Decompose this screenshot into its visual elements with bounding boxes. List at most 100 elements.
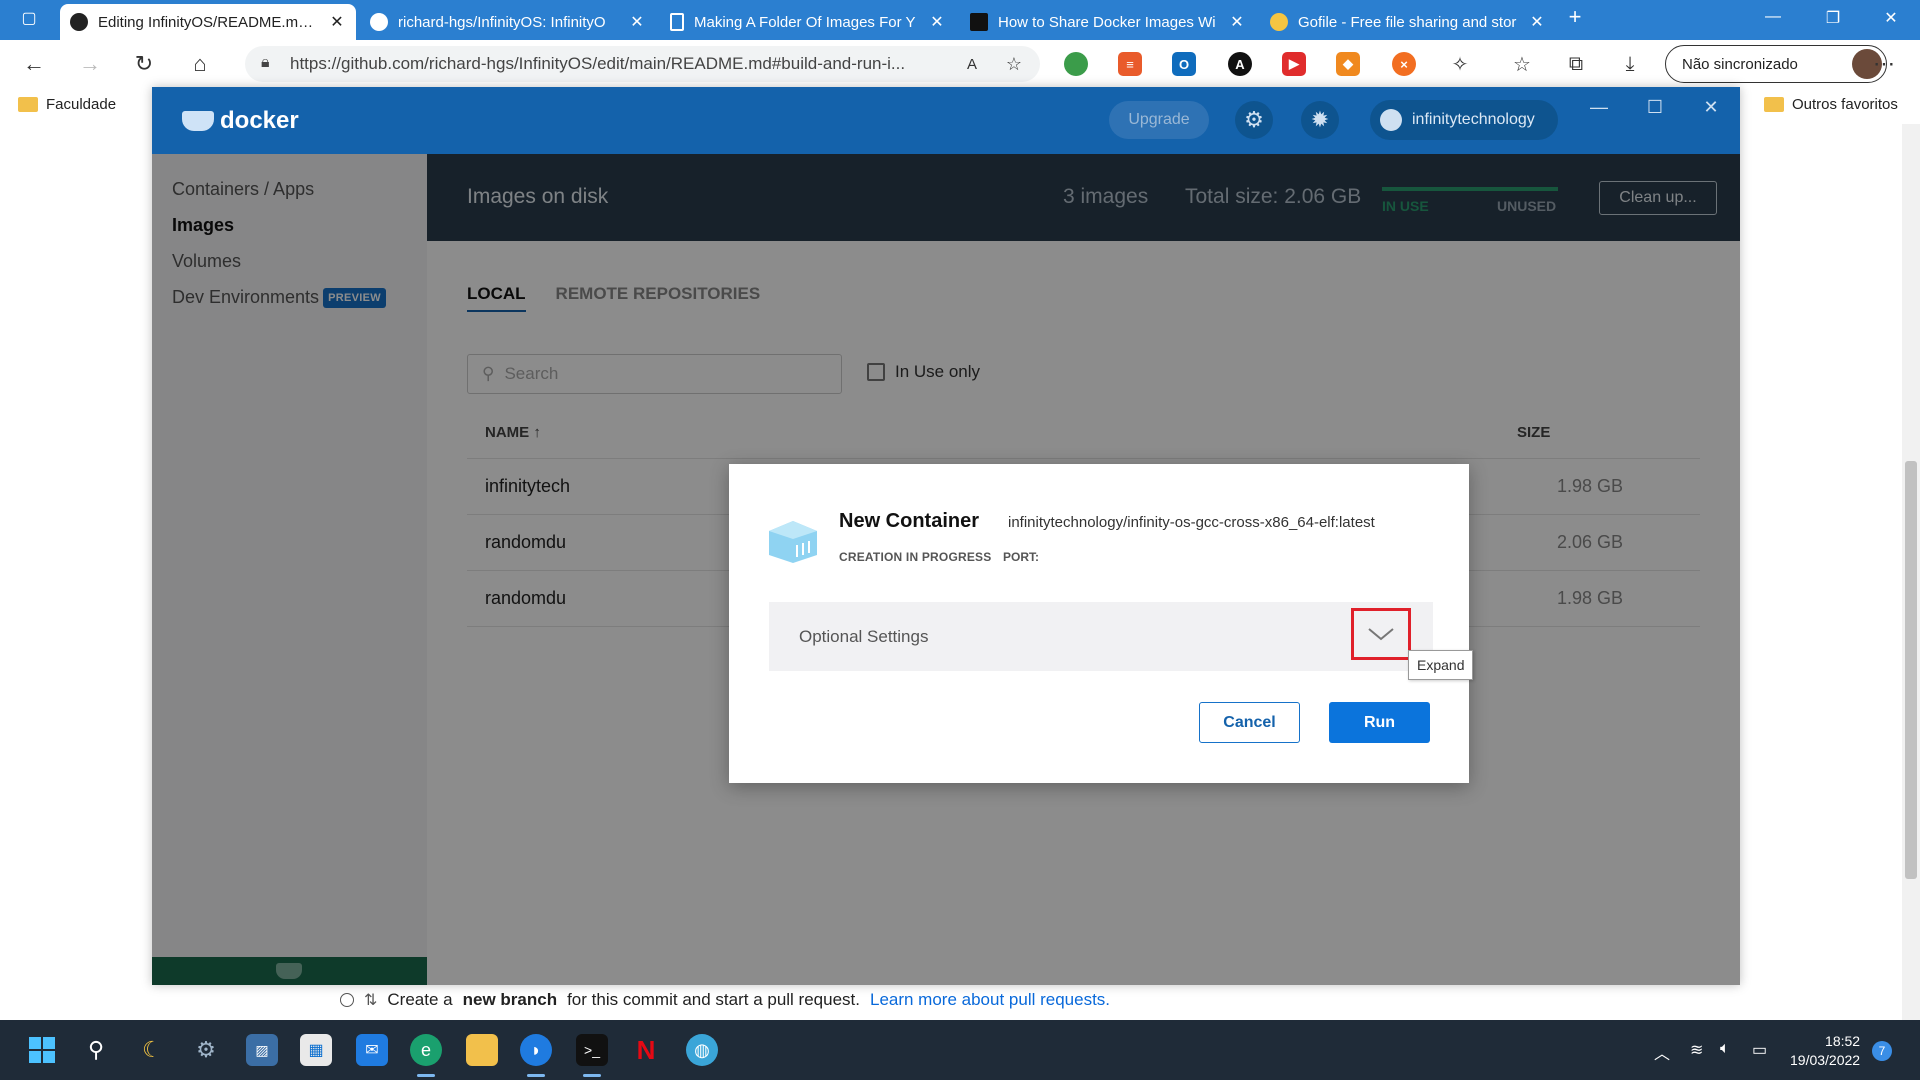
docker-whale-icon <box>182 111 214 131</box>
close-icon[interactable]: ✕ <box>1228 12 1246 32</box>
extension-todoist-icon[interactable]: ≡ <box>1118 52 1142 76</box>
mail-icon[interactable]: ✉ <box>356 1034 388 1066</box>
cancel-button[interactable]: Cancel <box>1199 702 1300 743</box>
close-icon[interactable]: ✕ <box>1528 12 1546 32</box>
show-hidden-icons-icon[interactable]: ︿ <box>1654 1040 1670 1064</box>
back-icon[interactable]: ← <box>20 50 48 78</box>
minimize-icon[interactable]: — <box>1758 8 1788 26</box>
system-clock[interactable]: 18:52 19/03/2022 <box>1790 1032 1860 1070</box>
favorite-add-icon[interactable]: ☆ <box>1000 50 1028 78</box>
lock-icon: 🔒︎ <box>261 54 270 71</box>
scrollbar-thumb[interactable] <box>1905 461 1917 879</box>
user-account-button[interactable]: infinitytechnology <box>1370 100 1558 140</box>
expand-button[interactable] <box>1351 608 1411 660</box>
tab-title: How to Share Docker Images Wi <box>998 13 1216 31</box>
read-aloud-icon[interactable]: A <box>958 50 986 78</box>
creation-status: CREATION IN PROGRESS <box>839 550 992 564</box>
settings-gear-icon[interactable]: ⚙ <box>1235 101 1273 139</box>
docker-close-icon[interactable]: ✕ <box>1696 97 1726 118</box>
sync-label: Não sincronizado <box>1682 55 1798 73</box>
pull-request-icon: ⇅ <box>364 992 378 1009</box>
dialog-title: New Container <box>839 510 980 532</box>
close-icon[interactable]: ✕ <box>628 12 646 32</box>
terminal-icon[interactable]: >_ <box>576 1034 608 1066</box>
more-menu-icon[interactable]: ⋯ <box>1870 50 1898 78</box>
troubleshoot-bug-icon[interactable]: ✹ <box>1301 101 1339 139</box>
tab-infinityos-repo[interactable]: richard-hgs/InfinityOS: InfinityO ✕ <box>360 4 656 40</box>
radio-icon[interactable] <box>340 993 354 1007</box>
settings-gear-icon[interactable]: ⚙ <box>190 1034 222 1066</box>
tab-editing-readme[interactable]: Editing InfinityOS/README.md a ✕ <box>60 4 356 40</box>
extensions-icon[interactable]: ✧ <box>1446 50 1474 78</box>
close-icon[interactable]: ✕ <box>928 12 946 32</box>
tab-folder-of-images[interactable]: Making A Folder Of Images For Y ✕ <box>660 4 956 40</box>
windows-start-icon[interactable] <box>26 1034 58 1066</box>
tab-title: Making A Folder Of Images For Y <box>694 13 916 31</box>
search-icon[interactable]: ⚲ <box>80 1034 112 1066</box>
folder-icon <box>1764 97 1784 112</box>
optional-settings-panel[interactable]: Optional Settings <box>769 602 1433 671</box>
bookmark-label: Faculdade <box>46 96 117 113</box>
collections-icon[interactable]: ⧉ <box>1562 50 1590 78</box>
learn-more-link[interactable]: Learn more about pull requests. <box>870 990 1110 1010</box>
favorites-icon[interactable]: ☆ <box>1508 50 1536 78</box>
tab-title: Editing InfinityOS/README.md a <box>98 13 318 31</box>
battery-icon[interactable]: ▭ <box>1752 1040 1767 1060</box>
browser-tab-bar: ▢ Editing InfinityOS/README.md a ✕ richa… <box>0 0 1920 40</box>
new-tab-icon[interactable]: + <box>1560 4 1590 30</box>
active-indicator <box>583 1074 601 1077</box>
restore-icon[interactable]: ❐ <box>1818 8 1848 28</box>
bookmark-other-favorites[interactable]: Outros favoritos <box>1764 96 1898 113</box>
page-icon <box>670 13 684 31</box>
forward-icon[interactable]: → <box>76 50 104 78</box>
url-bar[interactable]: 🔒︎ https://github.com/richard-hgs/Infini… <box>245 46 1040 82</box>
folder-icon <box>18 97 38 112</box>
windows-taskbar: ⚲ ☾ ⚙ ▨ ▦ ✉ e ◗ >_ N ◍ ︿ ≋ 🔈︎ ▭ 18:52 19… <box>0 1020 1920 1080</box>
netflix-icon[interactable]: N <box>630 1034 662 1066</box>
store-icon[interactable]: ▦ <box>300 1034 332 1066</box>
globe-app-icon[interactable]: ◍ <box>686 1034 718 1066</box>
gofile-icon <box>1270 13 1288 31</box>
extension-orange-icon[interactable]: × <box>1392 52 1416 76</box>
wifi-icon[interactable]: ≋ <box>1690 1040 1703 1060</box>
notification-badge[interactable]: 7 <box>1872 1041 1892 1061</box>
docker-maximize-icon[interactable]: ☐ <box>1640 97 1670 118</box>
tab-actions-icon[interactable]: ▢ <box>14 8 44 28</box>
download-icon[interactable]: ⤓ <box>1616 50 1644 78</box>
close-icon[interactable]: ✕ <box>328 12 346 32</box>
refresh-icon[interactable]: ↻ <box>130 50 158 78</box>
docker-taskbar-icon[interactable]: ◗ <box>520 1034 552 1066</box>
tab-gofile[interactable]: Gofile - Free file sharing and stor ✕ <box>1260 4 1556 40</box>
t-icon <box>970 13 988 31</box>
commit-branch-option[interactable]: ⇅ Create a new branch for this commit an… <box>340 990 1110 1010</box>
extension-video-icon[interactable]: ▶ <box>1282 52 1306 76</box>
footer-text: for this commit and start a pull request… <box>567 990 860 1009</box>
extension-a-icon[interactable]: A <box>1228 52 1252 76</box>
image-reference: infinitytechnology/infinity-os-gcc-cross… <box>1008 514 1375 531</box>
chevron-down-icon <box>1368 628 1394 641</box>
tab-title: richard-hgs/InfinityOS: InfinityO <box>398 13 606 31</box>
extension-outlook-icon[interactable]: O <box>1172 52 1196 76</box>
active-indicator <box>417 1074 435 1077</box>
docker-minimize-icon[interactable]: — <box>1584 97 1614 118</box>
close-window-icon[interactable]: ✕ <box>1876 8 1906 28</box>
user-icon <box>1380 109 1402 131</box>
tab-share-docker-images[interactable]: How to Share Docker Images Wi ✕ <box>960 4 1256 40</box>
file-explorer-icon[interactable] <box>466 1034 498 1066</box>
profile-sync-button[interactable]: Não sincronizado <box>1665 45 1887 83</box>
docker-logo-text: docker <box>220 107 299 134</box>
page-scrollbar[interactable] <box>1902 124 1920 1020</box>
url-text: https://github.com/richard-hgs/InfinityO… <box>290 54 906 73</box>
bookmark-faculdade[interactable]: Faculdade <box>18 96 116 113</box>
username: infinitytechnology <box>1412 111 1535 128</box>
edge-browser-icon[interactable]: e <box>410 1034 442 1066</box>
night-light-icon[interactable]: ☾ <box>136 1034 168 1066</box>
run-button[interactable]: Run <box>1329 702 1430 743</box>
monitor-icon[interactable]: ▨ <box>246 1034 278 1066</box>
extension-globe-icon[interactable] <box>1064 52 1088 76</box>
extension-metamask-icon[interactable]: ◆ <box>1336 52 1360 76</box>
upgrade-button[interactable]: Upgrade <box>1109 101 1209 139</box>
github-icon <box>70 13 88 31</box>
volume-icon[interactable]: 🔈︎ <box>1720 1040 1730 1058</box>
home-icon[interactable]: ⌂ <box>186 50 214 78</box>
